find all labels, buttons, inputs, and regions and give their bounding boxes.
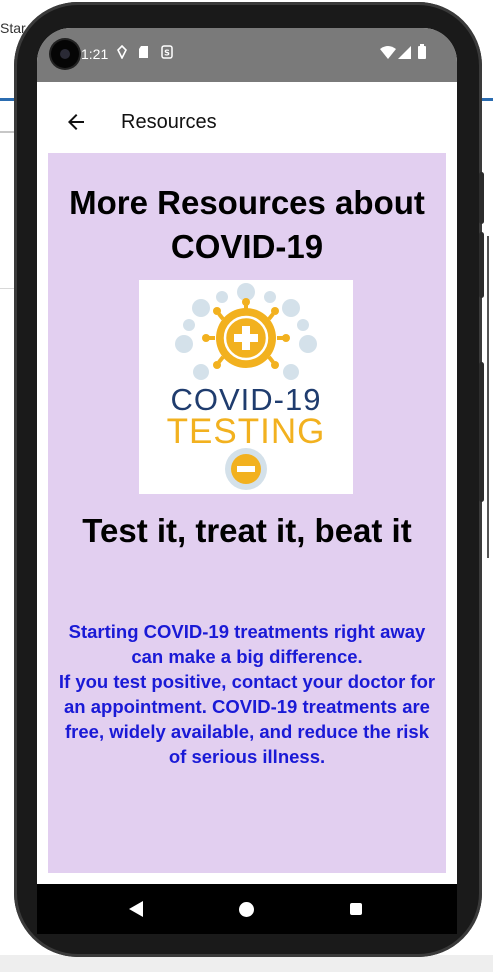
covid-testing-logo: COVID-19 TESTING xyxy=(139,280,353,494)
phone-screen: 1:21 S Resources More Resources about CO… xyxy=(37,28,457,884)
wifi-icon xyxy=(380,46,396,63)
treatment-info-text: Starting COVID-19 treatments right away … xyxy=(56,619,438,769)
sim-icon xyxy=(138,45,150,63)
treatment-paragraph: Starting COVID-19 treatments right away … xyxy=(68,621,426,667)
power-button xyxy=(479,172,484,224)
battery-icon xyxy=(418,44,426,63)
nav-home-icon[interactable] xyxy=(239,902,254,917)
contact-doctor-paragraph: If you test positive, contact your docto… xyxy=(58,671,436,767)
app-bar: Resources xyxy=(48,93,446,151)
status-time: 1:21 xyxy=(81,46,109,62)
volume-button xyxy=(479,362,484,502)
virus-icon: COVID-19 TESTING xyxy=(167,283,326,490)
nav-recents-icon[interactable] xyxy=(350,903,362,915)
signal-icon xyxy=(398,46,411,63)
front-camera xyxy=(51,40,79,68)
system-nav-bar xyxy=(37,884,457,934)
svg-text:S: S xyxy=(164,49,170,58)
tagline: Test it, treat it, beat it xyxy=(82,512,412,549)
app-bar-title: Resources xyxy=(121,111,217,133)
background-window-edge xyxy=(487,236,489,558)
resources-content: More Resources about COVID-19 COVID-19 T… xyxy=(48,153,446,873)
location-icon xyxy=(116,44,128,63)
status-bar: 1:21 S xyxy=(37,28,457,82)
arrow-back-icon[interactable] xyxy=(64,110,88,134)
logo-line-testing: TESTING xyxy=(167,412,326,451)
nav-back-icon[interactable] xyxy=(129,901,143,917)
background-footer xyxy=(0,955,493,972)
volume-button xyxy=(479,232,484,298)
sync-icon: S xyxy=(161,45,173,63)
page-heading: More Resources about COVID-19 xyxy=(69,184,425,265)
